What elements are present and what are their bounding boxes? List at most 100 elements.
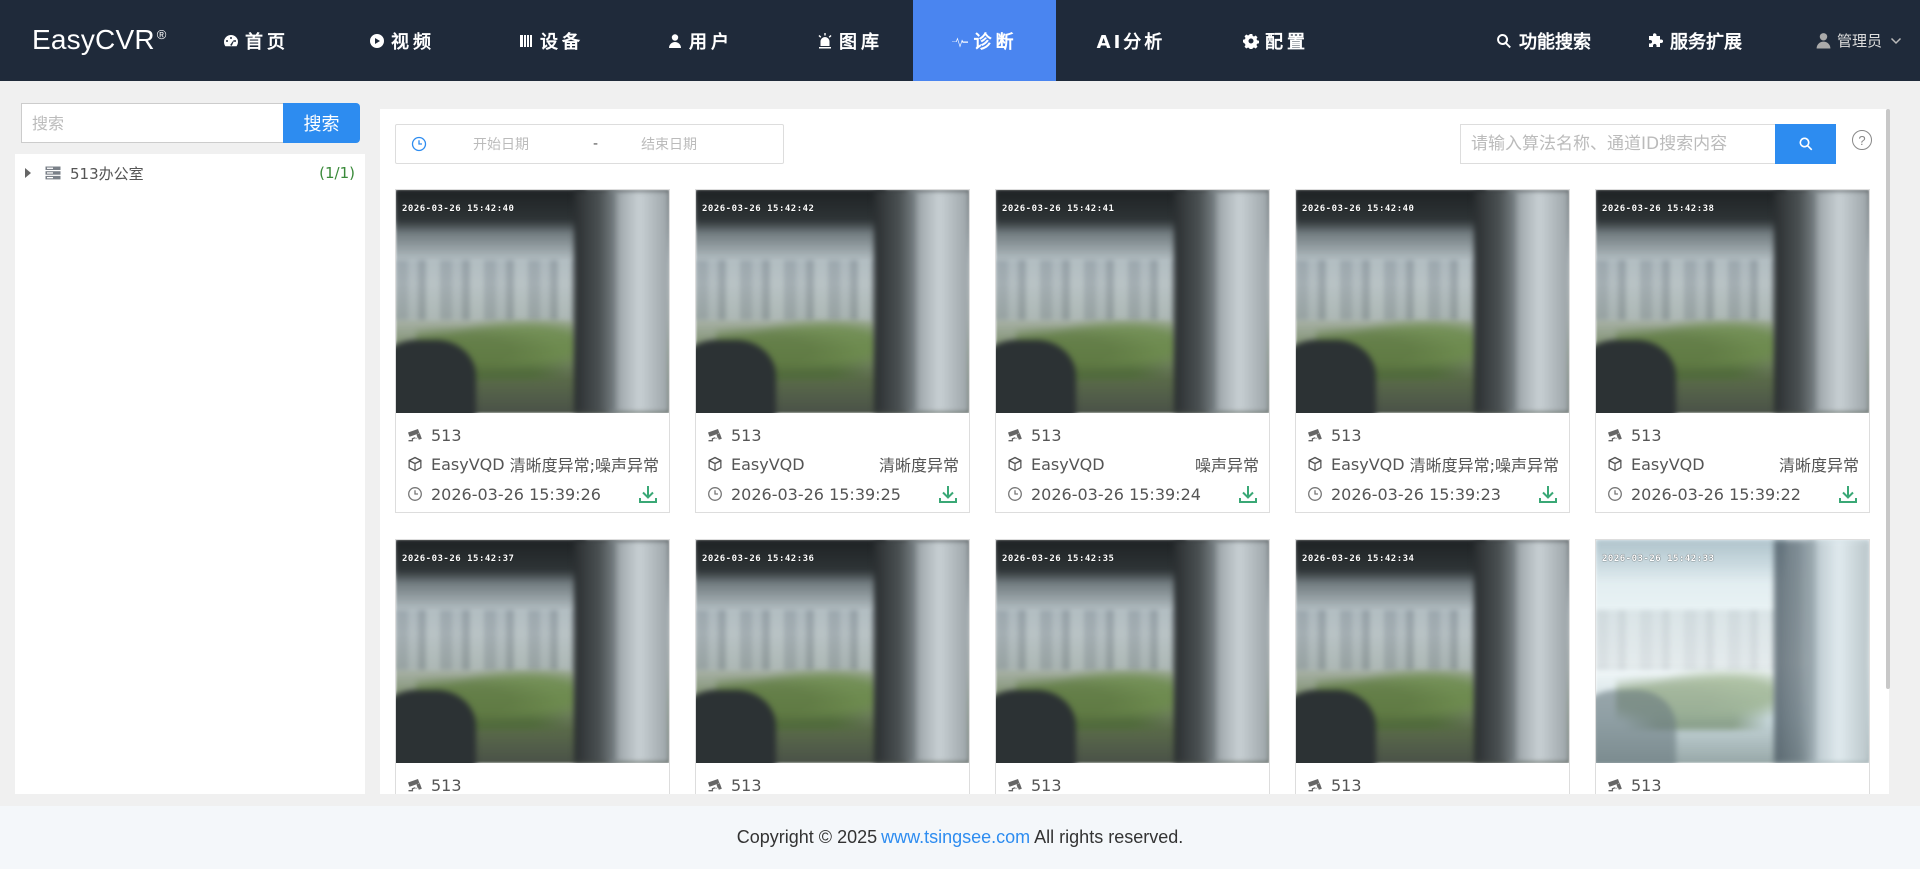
card-channel: 513 (1331, 425, 1362, 445)
nav-item-user[interactable]: 用户 (654, 0, 746, 81)
footer-website-link[interactable]: www.tsingsee.com (881, 827, 1030, 848)
card-channel: 513 (1031, 425, 1062, 445)
download-icon[interactable] (937, 483, 959, 505)
snapshot-timestamp-overlay: 2026-03-26 15:42:41 (1002, 204, 1115, 214)
result-card[interactable]: 2026-03-26 15:42:40 513 EasyVQD 清晰度异常;噪声异常 2… (1295, 189, 1570, 513)
nav-label: 视频 (391, 31, 435, 53)
result-card[interactable]: 2026-03-26 15:42:42 513 EasyVQD 清晰度异常 2026-0… (695, 189, 970, 513)
nav-item-home[interactable]: 首页 (210, 0, 302, 81)
feature-search-button[interactable]: 功能搜索 (1496, 0, 1591, 81)
card-channel-row: 513 (1307, 424, 1559, 446)
main-panel: 开始日期 - 结束日期 ? 2026-03-26 15:42:40 513 Easy… (380, 109, 1889, 794)
cube-icon (708, 456, 722, 472)
help-icon[interactable]: ? (1852, 130, 1872, 150)
snapshot-image[interactable]: 2026-03-26 15:42:37 (396, 540, 669, 763)
search-icon (1799, 137, 1812, 151)
download-icon[interactable] (1237, 483, 1259, 505)
tree-node-label: 513办公室 (70, 164, 144, 183)
nav-label: 用户 (689, 31, 733, 53)
card-channel-row: 513 (407, 774, 659, 794)
card-algorithm: EasyVQD (1031, 454, 1105, 474)
cube-icon (408, 456, 422, 472)
card-time: 2026-03-26 15:39:26 (431, 484, 601, 504)
user-icon (667, 33, 683, 49)
download-icon[interactable] (1537, 483, 1559, 505)
card-channel: 513 (1031, 775, 1062, 795)
result-card[interactable]: 2026-03-26 15:42:36 513 (695, 539, 970, 794)
card-algorithm: EasyVQD (1631, 454, 1705, 474)
snapshot-image[interactable]: 2026-03-26 15:42:35 (996, 540, 1269, 763)
nav-item-ai-analysis[interactable]: AI分析 (1085, 0, 1177, 81)
clock-icon (411, 136, 427, 152)
service-extension-button[interactable]: 服务扩展 (1647, 0, 1742, 81)
snapshot-image[interactable]: 2026-03-26 15:42:42 (696, 190, 969, 413)
card-channel-row: 513 (1307, 774, 1559, 794)
nav-label: AI分析 (1096, 31, 1166, 53)
sidebar-search-button[interactable]: 搜索 (283, 103, 360, 143)
result-card[interactable]: 2026-03-26 15:42:37 513 (395, 539, 670, 794)
card-channel: 513 (1631, 775, 1662, 795)
nav-label: 图库 (839, 31, 883, 53)
nav-item-device[interactable]: 设备 (505, 0, 597, 81)
snapshot-image[interactable]: 2026-03-26 15:42:40 (396, 190, 669, 413)
clock-icon (708, 487, 722, 501)
snapshot-image[interactable]: 2026-03-26 15:42:40 (1296, 190, 1569, 413)
result-card[interactable]: 2026-03-26 15:42:35 513 (995, 539, 1270, 794)
device-tree-panel: 513办公室 (1/1) (15, 154, 365, 794)
card-time-row: 2026-03-26 15:39:22 (1607, 483, 1859, 505)
date-range-picker[interactable]: 开始日期 - 结束日期 (395, 124, 784, 164)
user-avatar-icon (1816, 33, 1831, 49)
snapshot-timestamp-overlay: 2026-03-26 15:42:37 (402, 554, 515, 564)
pulse-icon (951, 33, 968, 49)
card-time-row: 2026-03-26 15:39:23 (1307, 483, 1559, 505)
alarm-icon (817, 32, 833, 49)
dashboard-icon (223, 33, 239, 49)
camera-icon (408, 779, 422, 792)
tree-node-513-office[interactable]: 513办公室 (1/1) (25, 161, 355, 185)
snapshot-image[interactable]: 2026-03-26 15:42:41 (996, 190, 1269, 413)
search-icon (1497, 33, 1511, 48)
download-icon[interactable] (637, 483, 659, 505)
result-card[interactable]: 2026-03-26 15:42:34 513 (1295, 539, 1570, 794)
copyright-text: Copyright © 2025 (736, 827, 878, 847)
snapshot-timestamp-overlay: 2026-03-26 15:42:40 (402, 204, 515, 214)
sidebar-search-input[interactable] (21, 103, 283, 143)
clock-icon (1308, 487, 1322, 501)
puzzle-icon (1649, 32, 1663, 47)
snapshot-image[interactable]: 2026-03-26 15:42:33 (1596, 540, 1869, 763)
result-card[interactable]: 2026-03-26 15:42:41 513 EasyVQD 噪声异常 2026-03… (995, 189, 1270, 513)
snapshot-image[interactable]: 2026-03-26 15:42:38 (1596, 190, 1869, 413)
result-card[interactable]: 2026-03-26 15:42:40 513 EasyVQD 清晰度异常;噪声异常 2… (395, 189, 670, 513)
result-card[interactable]: 2026-03-26 15:42:33 513 (1595, 539, 1870, 794)
nav-item-config[interactable]: 配置 (1230, 0, 1322, 81)
download-icon[interactable] (1837, 483, 1859, 505)
snapshot-timestamp-overlay: 2026-03-26 15:42:35 (1002, 554, 1115, 564)
nav-label: 首页 (245, 31, 289, 53)
card-channel: 513 (431, 775, 462, 795)
start-date-field[interactable]: 开始日期 (473, 134, 529, 154)
card-algorithm: EasyVQD (1331, 454, 1405, 474)
nav-item-gallery[interactable]: 图库 (802, 0, 898, 81)
card-result: 清晰度异常 (878, 456, 959, 475)
snapshot-timestamp-overlay: 2026-03-26 15:42:34 (1302, 554, 1415, 564)
result-card[interactable]: 2026-03-26 15:42:38 513 EasyVQD 清晰度异常 2026-0… (1595, 189, 1870, 513)
nav-item-video[interactable]: 视频 (356, 0, 448, 81)
camera-icon (1308, 779, 1322, 792)
card-algorithm: EasyVQD (731, 454, 805, 474)
content-search-button[interactable] (1775, 124, 1836, 164)
cube-icon (1608, 456, 1622, 472)
brand-logo[interactable]: EasyCVR ® (32, 24, 167, 56)
snapshot-image[interactable]: 2026-03-26 15:42:36 (696, 540, 969, 763)
camera-icon (1008, 779, 1022, 792)
content-search-input[interactable] (1460, 124, 1775, 164)
snapshot-image[interactable]: 2026-03-26 15:42:34 (1296, 540, 1569, 763)
user-menu[interactable]: 管理员 (1815, 0, 1902, 81)
cube-icon (1008, 456, 1022, 472)
nav-item-diagnosis[interactable]: 诊断 (913, 0, 1056, 81)
main-scrollbar[interactable] (1886, 109, 1890, 689)
expand-arrow-icon[interactable] (25, 168, 31, 178)
end-date-field[interactable]: 结束日期 (641, 134, 697, 154)
nav-label: 配置 (1265, 31, 1309, 53)
card-channel: 513 (731, 425, 762, 445)
play-icon (369, 33, 385, 49)
